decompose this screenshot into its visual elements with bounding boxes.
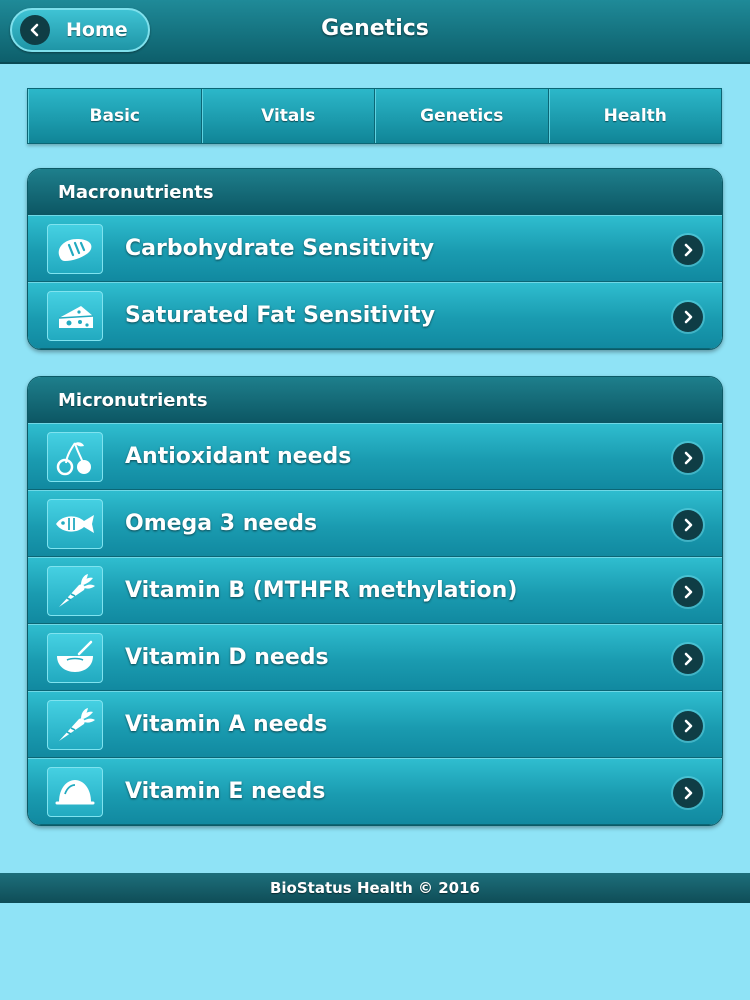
cherry-icon: [47, 431, 103, 482]
chevron-right-icon: [673, 235, 703, 265]
tab-genetics[interactable]: Genetics: [375, 89, 549, 143]
bowl-icon: [47, 632, 103, 683]
fish-icon: [47, 498, 103, 549]
macronutrients-header: Macronutrients: [28, 169, 722, 215]
chevron-right-icon: [673, 644, 703, 674]
tab-vitals[interactable]: Vitals: [201, 89, 375, 143]
top-bar: Home Genetics: [0, 0, 750, 64]
list-item-label: Carbohydrate Sensitivity: [125, 236, 435, 261]
list-item-label: Vitamin B (MTHFR methylation): [125, 578, 518, 603]
list-item-label: Omega 3 needs: [125, 511, 318, 536]
chevron-right-icon: [673, 510, 703, 540]
list-item-label: Vitamin D needs: [125, 645, 329, 670]
carrot-icon: [47, 565, 103, 616]
list-item-label: Vitamin E needs: [125, 779, 326, 804]
chevron-right-icon: [673, 302, 703, 332]
list-item-label: Antioxidant needs: [125, 444, 352, 469]
list-item-vitamin-e-needs[interactable]: Vitamin E needs: [28, 758, 722, 825]
chevron-right-icon: [673, 443, 703, 473]
macronutrients-group: Macronutrients Carbohydrate Sensitivity …: [27, 168, 723, 350]
tab-bar: Basic Vitals Genetics Health: [27, 88, 722, 144]
page-title: Genetics: [321, 16, 429, 41]
dome-icon: [47, 766, 103, 817]
list-item-carbohydrate-sensitivity[interactable]: Carbohydrate Sensitivity: [28, 215, 722, 282]
footer: BioStatus Health © 2016: [0, 873, 750, 903]
list-item-vitamin-a-needs[interactable]: Vitamin A needs: [28, 691, 722, 758]
list-item-label: Saturated Fat Sensitivity: [125, 303, 436, 328]
bread-icon: [47, 223, 103, 274]
bottom-area: [0, 903, 750, 1000]
tab-basic[interactable]: Basic: [28, 89, 202, 143]
chevron-right-icon: [673, 577, 703, 607]
micronutrients-header: Micronutrients: [28, 377, 722, 423]
list-item-omega-3-needs[interactable]: Omega 3 needs: [28, 490, 722, 557]
carrot-icon: [47, 699, 103, 750]
chevron-right-icon: [673, 711, 703, 741]
list-item-vitamin-b-needs[interactable]: Vitamin B (MTHFR methylation): [28, 557, 722, 624]
list-item-label: Vitamin A needs: [125, 712, 328, 737]
list-item-vitamin-d-needs[interactable]: Vitamin D needs: [28, 624, 722, 691]
micronutrients-group: Micronutrients Antioxidant needs Omega 3…: [27, 376, 723, 826]
list-item-antioxidant-needs[interactable]: Antioxidant needs: [28, 423, 722, 490]
tab-health[interactable]: Health: [548, 89, 721, 143]
chevron-right-icon: [673, 778, 703, 808]
list-item-saturated-fat-sensitivity[interactable]: Saturated Fat Sensitivity: [28, 282, 722, 349]
cheese-icon: [47, 290, 103, 341]
